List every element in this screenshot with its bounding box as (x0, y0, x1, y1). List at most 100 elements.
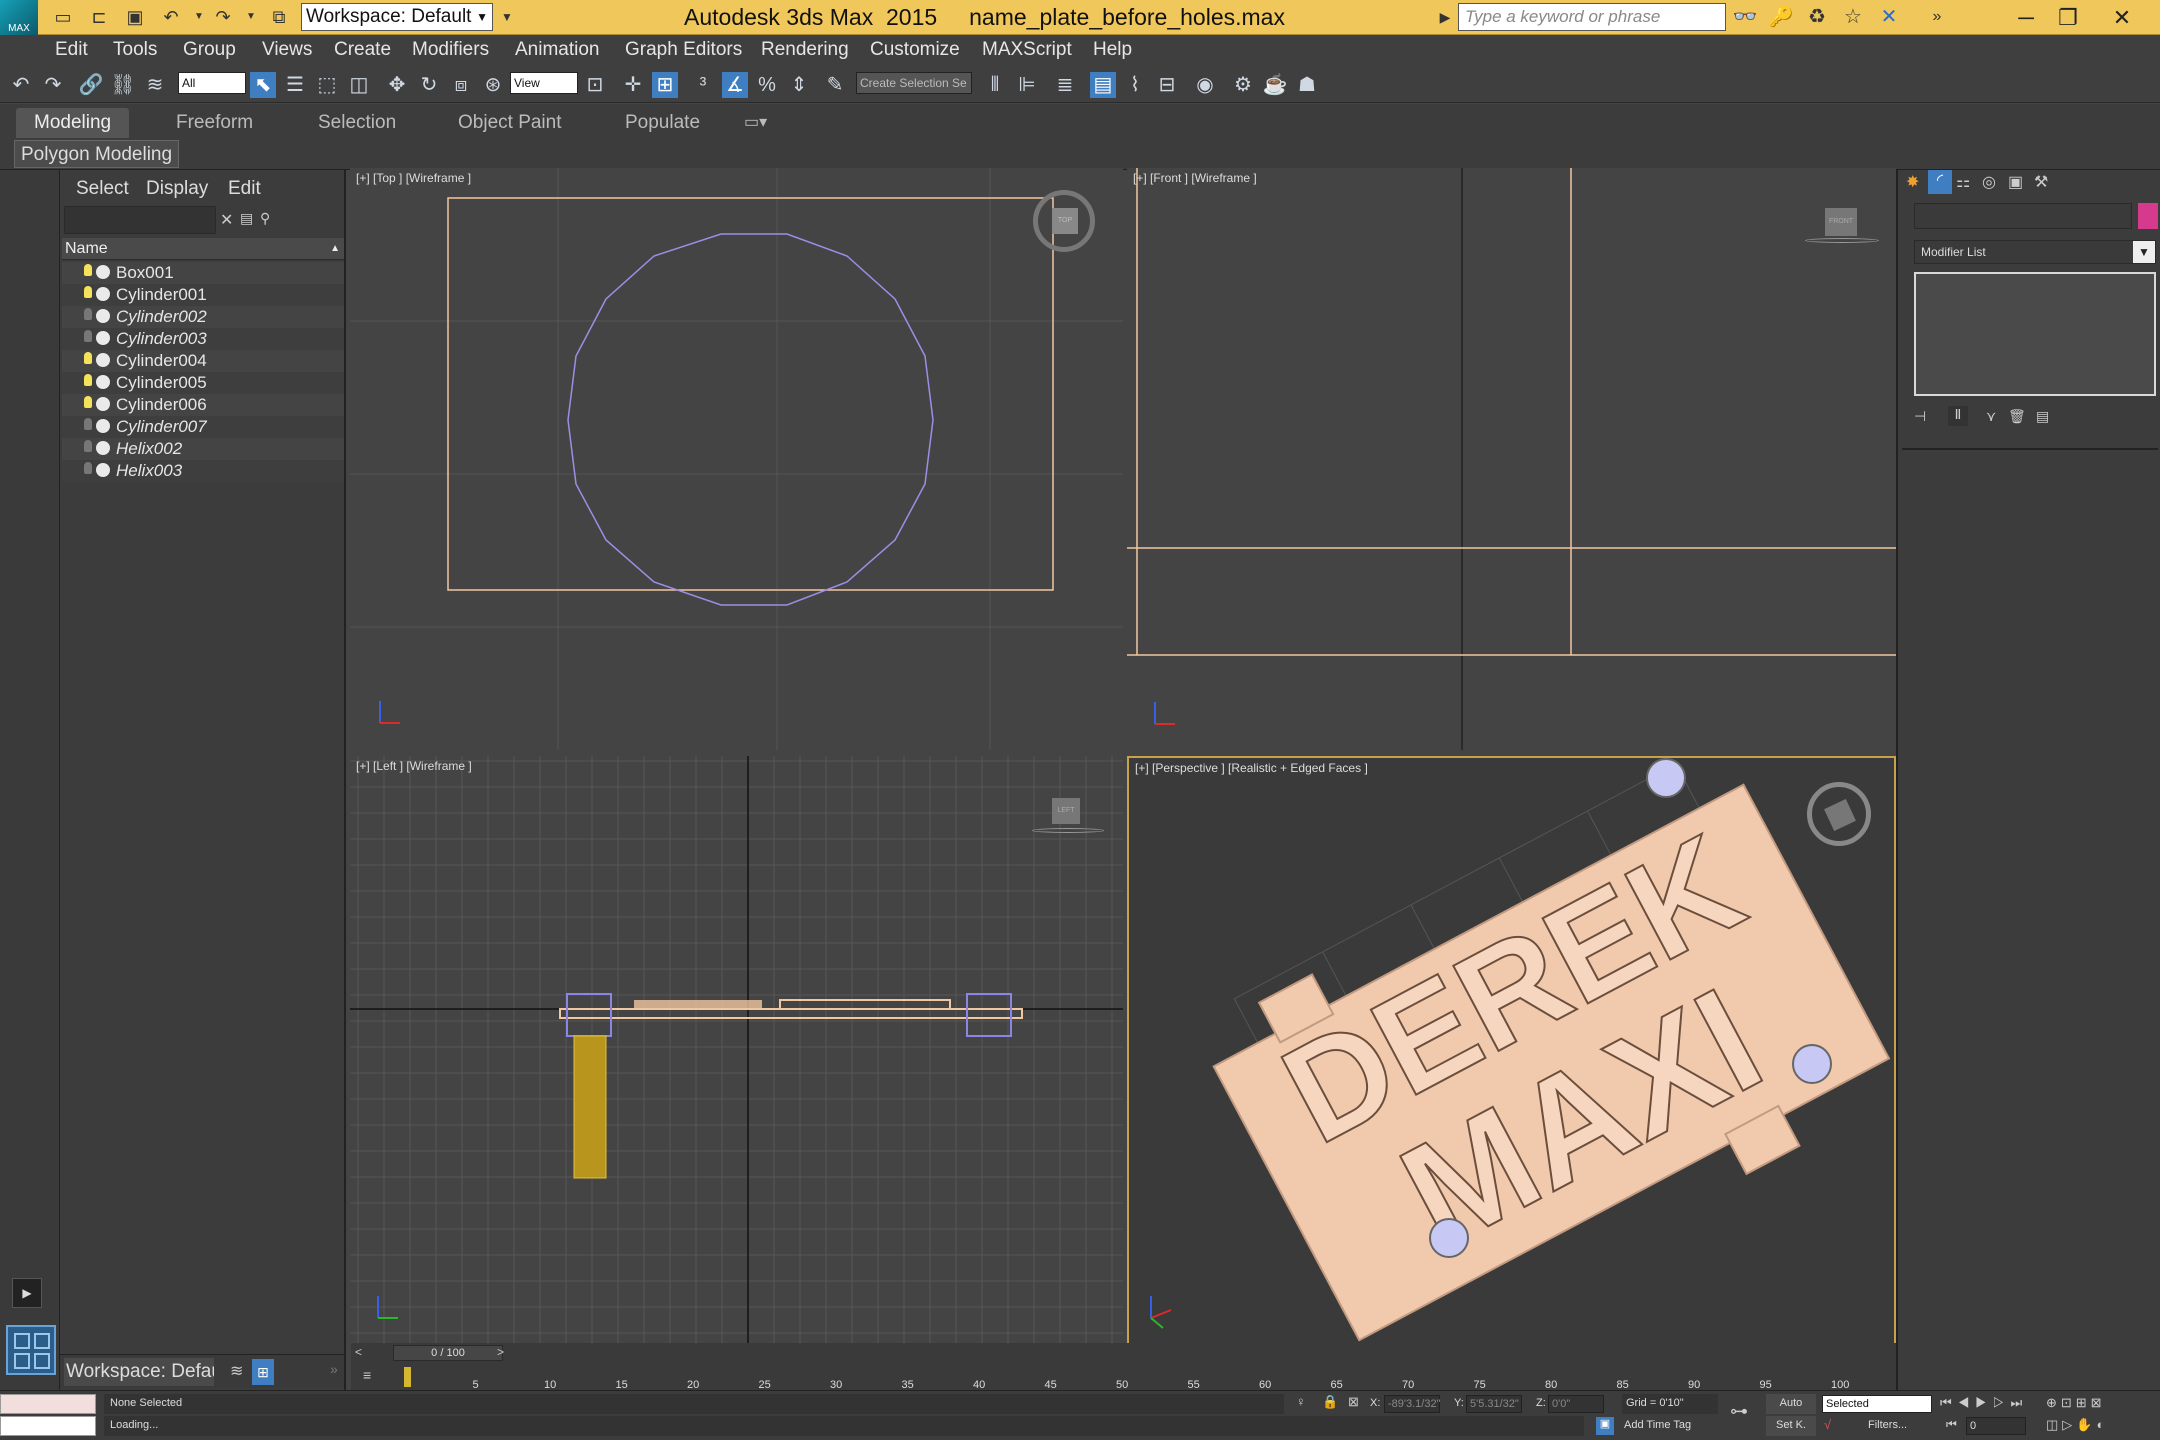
menu-graph-editors[interactable]: Graph Editors (625, 35, 742, 65)
set-key-icon[interactable]: ⊶ (1730, 1401, 1748, 1422)
exchange-x-icon[interactable]: ✕ (1874, 4, 1904, 30)
scene-explorer-toggle-icon[interactable]: ▤ (1090, 72, 1116, 98)
subscription-icon[interactable]: ♻ (1802, 4, 1832, 30)
keyboard-shortcut-override-icon[interactable]: ⊞ (652, 72, 678, 98)
object-name-input[interactable] (1914, 203, 2132, 229)
search-input[interactable]: Type a keyword or phrase (1458, 3, 1726, 31)
angle-snap-icon[interactable]: ∡ (722, 72, 748, 98)
absolute-mode-icon[interactable]: ⊠ (1348, 1394, 1359, 1410)
viewcube[interactable] (1824, 799, 1856, 831)
visibility-icon[interactable] (96, 331, 110, 345)
schematic-view-icon[interactable]: ⊟ (1154, 72, 1180, 98)
menu-animation[interactable]: Animation (515, 35, 600, 65)
save-icon[interactable]: ▣ (122, 5, 148, 29)
light-bulb-icon[interactable] (84, 352, 92, 364)
current-frame-marker[interactable] (404, 1367, 411, 1387)
light-bulb-icon[interactable] (84, 264, 92, 276)
light-bulb-icon[interactable] (84, 330, 92, 342)
undo-icon[interactable]: ↶ (158, 5, 184, 29)
curve-editor-icon[interactable]: ⌇ (1122, 72, 1148, 98)
app-logo[interactable]: MAX (0, 0, 38, 35)
playback-controls[interactable]: ⏮◀▶▷⏭ (1940, 1395, 2028, 1411)
select-by-name-icon[interactable]: ☰ (282, 72, 308, 98)
menu-customize[interactable]: Customize (870, 35, 960, 65)
viewport-label-perspective[interactable]: [+] [Perspective ] [Realistic + Edged Fa… (1135, 761, 1368, 775)
isolate-selection-icon[interactable]: ♀ (1296, 1394, 1306, 1409)
clear-search-icon[interactable]: ✕ (220, 210, 233, 230)
select-link-icon[interactable]: 🔗 (78, 72, 104, 98)
key-mode-icon[interactable]: √ (1824, 1417, 1831, 1432)
viewcube[interactable]: TOP (1052, 208, 1078, 234)
window-crossing-icon[interactable]: ◫ (346, 72, 372, 98)
align-icon[interactable]: ⊫ (1014, 72, 1040, 98)
light-bulb-icon[interactable] (84, 308, 92, 320)
explorer-menu-select[interactable]: Select (76, 178, 129, 200)
list-item[interactable]: Cylinder006 (62, 394, 344, 416)
tab-freeform[interactable]: Freeform (176, 108, 253, 138)
light-bulb-icon[interactable] (84, 462, 92, 474)
motion-tab-icon[interactable]: ◎ (1982, 172, 1996, 192)
list-item[interactable]: Box001 (62, 262, 344, 284)
visibility-icon[interactable] (96, 265, 110, 279)
tab-object-paint[interactable]: Object Paint (458, 108, 562, 138)
visibility-icon[interactable] (96, 375, 110, 389)
rotate-icon[interactable]: ↻ (416, 72, 442, 98)
redo-dropdown-icon[interactable]: ▼ (238, 5, 264, 29)
menu-help[interactable]: Help (1093, 35, 1132, 65)
pin-stack-icon[interactable]: ⊣ (1914, 408, 1926, 425)
undo-dropdown-icon[interactable]: ▼ (186, 5, 212, 29)
unlink-icon[interactable]: ⛓ (110, 72, 136, 98)
time-slider-prev[interactable]: < (355, 1345, 362, 1359)
viewport-perspective[interactable]: [+] [Perspective ] [Realistic + Edged Fa… (1127, 756, 1896, 1346)
light-bulb-icon[interactable] (84, 440, 92, 452)
select-object-icon[interactable]: ⬉ (250, 72, 276, 98)
visibility-icon[interactable] (96, 441, 110, 455)
close-icon[interactable]: ✕ (2094, 0, 2150, 35)
workspace-dropdown[interactable]: Workspace: Default ▼ (301, 3, 493, 31)
viewcube-ring[interactable] (1032, 828, 1104, 833)
ribbon-options-icon[interactable]: ▭▾ (744, 108, 767, 138)
spinner-snap-icon[interactable]: ⇕ (786, 72, 812, 98)
open-file-icon[interactable]: ⊏ (86, 5, 112, 29)
time-slider-next[interactable]: > (497, 1345, 504, 1359)
material-editor-icon[interactable]: ◉ (1192, 72, 1218, 98)
viewport-front[interactable]: [+] [Front ] [Wireframe ] FRONT (1127, 168, 1896, 750)
undo-icon[interactable]: ↶ (8, 72, 34, 98)
explorer-menu-display[interactable]: Display (146, 178, 208, 200)
open-mini-curve-editor-icon[interactable]: ≡ (363, 1367, 371, 1383)
menu-views[interactable]: Views (262, 35, 312, 65)
explorer-filter-icon[interactable]: ⚲ (260, 210, 270, 227)
place-icon[interactable]: ⊛ (480, 72, 506, 98)
scale-icon[interactable]: ⧈ (448, 72, 474, 98)
pivot-center-icon[interactable]: ⊡ (582, 72, 608, 98)
percent-snap-icon[interactable]: % (754, 72, 780, 98)
viewport-label-left[interactable]: [+] [Left ] [Wireframe ] (356, 759, 472, 773)
move-icon[interactable]: ✥ (384, 72, 410, 98)
list-item[interactable]: Cylinder005 (62, 372, 344, 394)
time-tag-icon[interactable]: ▣ (1596, 1417, 1614, 1435)
render-setup-icon[interactable]: ⚙ (1230, 72, 1256, 98)
menu-group[interactable]: Group (183, 35, 236, 65)
selection-filter-dropdown[interactable]: All (178, 72, 246, 94)
tab-populate[interactable]: Populate (625, 108, 700, 138)
redo-icon[interactable]: ↷ (210, 5, 236, 29)
workspace-menu-icon[interactable]: ▼ (494, 5, 520, 29)
bind-space-warp-icon[interactable]: ≋ (142, 72, 168, 98)
configure-modifier-sets-icon[interactable]: ▤ (2036, 408, 2049, 425)
show-end-result-icon[interactable]: Ⅱ (1948, 406, 1968, 426)
redo-icon[interactable]: ↷ (40, 72, 66, 98)
rendered-frame-window-icon[interactable]: ☕ (1262, 72, 1288, 98)
y-coordinate-field[interactable]: 5'5.31/32" (1466, 1395, 1522, 1413)
z-coordinate-field[interactable]: 0'0" (1548, 1395, 1604, 1413)
menu-create[interactable]: Create (334, 35, 391, 65)
binoculars-icon[interactable]: 👓 (1730, 4, 1760, 30)
select-manipulate-icon[interactable]: ✛ (620, 72, 646, 98)
modifier-list-dropdown[interactable]: Modifier List ▼ (1914, 240, 2156, 264)
list-item[interactable]: Cylinder004 (62, 350, 344, 372)
menu-maxscript[interactable]: MAXScript (982, 35, 1072, 65)
explorer-options-icon[interactable]: ▤ (240, 210, 253, 227)
tab-modeling[interactable]: Modeling (16, 108, 130, 138)
menu-edit[interactable]: Edit (55, 35, 88, 65)
list-item[interactable]: Helix002 (62, 438, 344, 460)
explorer-menu-edit[interactable]: Edit (228, 178, 261, 200)
